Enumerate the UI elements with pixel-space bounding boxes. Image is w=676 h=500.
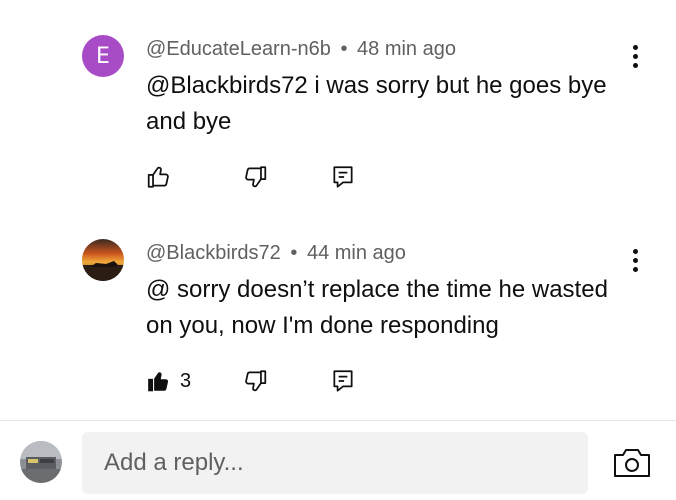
avatar[interactable]: E — [82, 35, 124, 77]
reply-comment-icon — [333, 370, 353, 392]
comment-text: @Blackbirds72 i was sorry but he goes by… — [146, 72, 607, 135]
comment-actions — [146, 160, 386, 194]
camera-button[interactable] — [612, 447, 652, 479]
reply-button[interactable] — [330, 160, 356, 194]
comment-text: @ sorry doesn’t replace the time he wast… — [146, 276, 608, 339]
comment-meta: @EducateLearn-n6b • 48 min ago — [146, 38, 456, 61]
dislike-button[interactable] — [242, 364, 268, 398]
like-button[interactable]: 3 — [146, 364, 191, 398]
meta-separator: • — [290, 242, 298, 264]
more-vert-icon[interactable] — [622, 244, 648, 276]
thumbs-down-outline-icon — [245, 166, 267, 188]
reply-input[interactable] — [82, 432, 588, 494]
comment-time: 48 min ago — [357, 38, 456, 60]
train-photo-avatar — [20, 441, 62, 483]
sunset-photo-avatar — [82, 239, 124, 281]
comment-meta: @Blackbirds72 • 44 min ago — [146, 242, 406, 265]
avatar[interactable] — [82, 239, 124, 281]
reply-bar — [0, 421, 676, 500]
dislike-button[interactable] — [242, 160, 268, 194]
like-button[interactable] — [146, 160, 172, 194]
comment-actions: 3 — [146, 364, 386, 398]
camera-icon — [614, 449, 650, 477]
comment-time: 44 min ago — [306, 242, 406, 264]
like-count: 3 — [180, 369, 192, 392]
reply-button[interactable] — [330, 364, 356, 398]
author-name[interactable]: @EducateLearn-n6b — [146, 38, 331, 60]
reply-comment-icon — [333, 166, 353, 188]
thumbs-up-filled-icon — [148, 372, 169, 392]
author-name[interactable]: @Blackbirds72 — [146, 242, 281, 264]
thumbs-down-outline-icon — [245, 370, 267, 392]
thumbs-up-outline-icon — [147, 166, 169, 188]
meta-separator: • — [340, 38, 348, 60]
more-vert-icon[interactable] — [622, 40, 648, 72]
avatar — [20, 441, 62, 483]
